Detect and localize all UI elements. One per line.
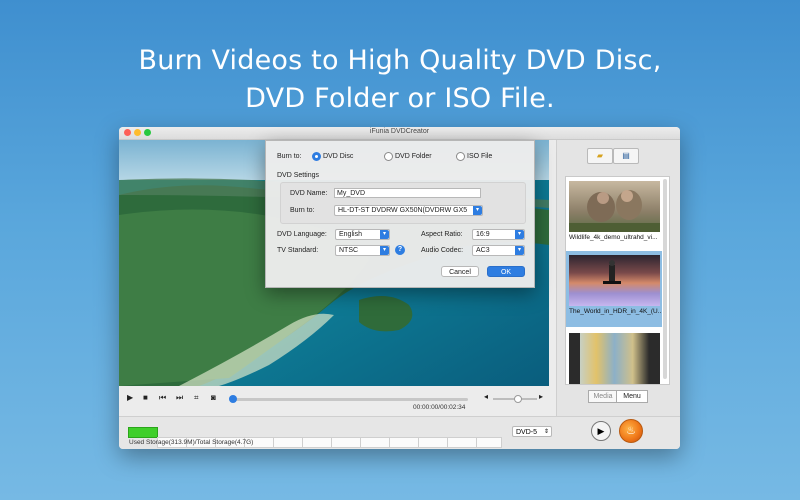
volume-down-icon[interactable]: ◂ [484,392,488,401]
time-readout: 00:00:00/00:02:34 [413,404,466,411]
radio-dvd-disc[interactable] [312,152,321,161]
storage-text: Used Storage(313.9M)/Total Storage(4.7G) [129,439,254,446]
storage-cell [360,437,390,448]
timeline-slider[interactable] [229,395,468,403]
updown-icon: ⇕ [543,429,549,435]
aspect-ratio-value: 16:9 [476,231,490,238]
storage-cell [302,437,332,448]
headline-line-2: DVD Folder or ISO File. [245,83,555,114]
chevron-down-icon: ▾ [380,246,389,255]
audio-codec-label: Audio Codec: [421,247,464,254]
thumbnail-image [569,181,660,232]
add-folder-icon: ▰ [596,151,604,160]
storage-cell [389,437,419,448]
storage-fill [128,427,158,438]
stop-icon[interactable]: ■ [143,393,148,402]
headline-line-1: Burn Videos to High Quality DVD Disc, [138,45,662,76]
media-item-label: Wildlife_4k_demo_ultrahd_vi... [569,234,658,241]
chevron-down-icon: ▾ [473,206,482,215]
tv-standard-value: NTSC [339,247,359,254]
storage-cell [476,437,502,448]
segment-media[interactable]: Media [588,390,618,403]
dvd-name-field[interactable]: My_DVD [334,188,481,198]
chevron-down-icon: ▾ [515,230,524,239]
dvd-name-label: DVD Name: [290,190,328,197]
radio-dvd-folder[interactable] [384,152,393,161]
timeline-knob[interactable] [229,395,237,403]
burn-device-select[interactable]: HL-DT-ST DVDRW GX50N(DVDRW GX5 ▾ [334,205,483,216]
media-item-label: The_World_in_HDR_in_4K_(U... [569,308,661,315]
list-item[interactable]: Wildlife_4k_demo_ultrahd_vi... [566,177,662,253]
burn-settings-dialog: Burn to: DVD Disc DVD Folder ISO File DV… [265,140,535,288]
chevron-down-icon: ▾ [515,246,524,255]
aspect-ratio-label: Aspect Ratio: [421,231,463,238]
dvd-settings-heading: DVD Settings [277,172,320,179]
tv-standard-select[interactable]: NTSC ▾ [335,245,390,256]
list-item[interactable] [566,329,662,384]
film-add-icon: ▤ [622,151,630,160]
volume-slider[interactable] [493,395,537,403]
burn-device-value: HL-DT-ST DVDRW GX50N(DVDRW GX5 [338,207,468,214]
title-bar: iFunia DVDCreator [119,127,680,140]
ok-button[interactable]: OK [487,266,525,277]
storage-cell [447,437,477,448]
storage-bar [128,427,510,448]
audio-codec-select[interactable]: AC3 ▾ [472,245,525,256]
help-button[interactable]: ? [395,245,405,255]
play-icon[interactable]: ▶ [127,393,133,402]
preview-play-button[interactable]: ▶ [591,421,611,441]
storage-cell [331,437,361,448]
thumbnail-image [569,255,660,306]
prev-icon[interactable]: ⏮ [159,393,166,403]
media-list: Wildlife_4k_demo_ultrahd_vi... The_World… [565,176,670,385]
segment-menu[interactable]: Menu [616,390,648,403]
burn-button[interactable]: ♨ [619,419,643,443]
option-iso-file[interactable]: ISO File [467,153,492,160]
snapshot-icon[interactable]: ◙ [211,393,216,402]
add-media-button[interactable]: ▤ [613,148,639,164]
volume-knob[interactable] [514,395,522,403]
headline: Burn Videos to High Quality DVD Disc, DV… [0,42,800,118]
disc-type-value: DVD-5 [516,429,538,436]
aspect-ratio-select[interactable]: 16:9 ▾ [472,229,525,240]
radio-iso-file[interactable] [456,152,465,161]
thumbnail-image [569,333,660,384]
monkey-thumbnail [569,190,660,232]
bottom-bar: Used Storage(313.9M)/Total Storage(4.7G)… [119,416,680,449]
storage-cell [418,437,448,448]
dvd-language-label: DVD Language: [277,231,327,238]
next-icon[interactable]: ⏭ [176,393,183,403]
disc-type-select[interactable]: DVD-5 ⇕ [512,426,552,437]
skater-thumbnail [603,260,621,284]
play-icon: ▶ [597,426,605,436]
audio-codec-value: AC3 [476,247,490,254]
media-list-scrollbar[interactable] [663,179,667,379]
option-dvd-disc[interactable]: DVD Disc [323,153,353,160]
chevron-down-icon: ▾ [380,230,389,239]
help-icon: ? [397,246,403,253]
crop-icon[interactable]: ⌗ [194,393,199,403]
option-dvd-folder[interactable]: DVD Folder [395,153,432,160]
dvd-language-select[interactable]: English ▾ [335,229,390,240]
window-title: iFunia DVDCreator [369,128,430,135]
tv-standard-label: TV Standard: [277,247,319,254]
list-item[interactable]: The_World_in_HDR_in_4K_(U... [566,251,662,327]
volume-up-icon[interactable]: ▸ [539,392,543,401]
burn-to-device-label: Burn to: [290,207,315,214]
dvd-settings-group: DVD Name: My_DVD Burn to: HL-DT-ST DVDRW… [280,182,526,224]
player-controls: ▶ ■ ⏮ ⏭ ⌗ ◙ 00:00:00/00:02:34 ◂ ▸ [119,387,549,415]
media-sidebar: ▰ ▤ Wildlife_4k_demo_ultrahd_vi... The_W… [556,140,680,416]
cancel-button[interactable]: Cancel [441,266,479,277]
add-folder-button[interactable]: ▰ [587,148,613,164]
storage-cell [273,437,303,448]
burn-to-label: Burn to: [277,153,302,160]
flame-icon: ♨ [626,425,636,437]
dvd-language-value: English [339,231,362,238]
